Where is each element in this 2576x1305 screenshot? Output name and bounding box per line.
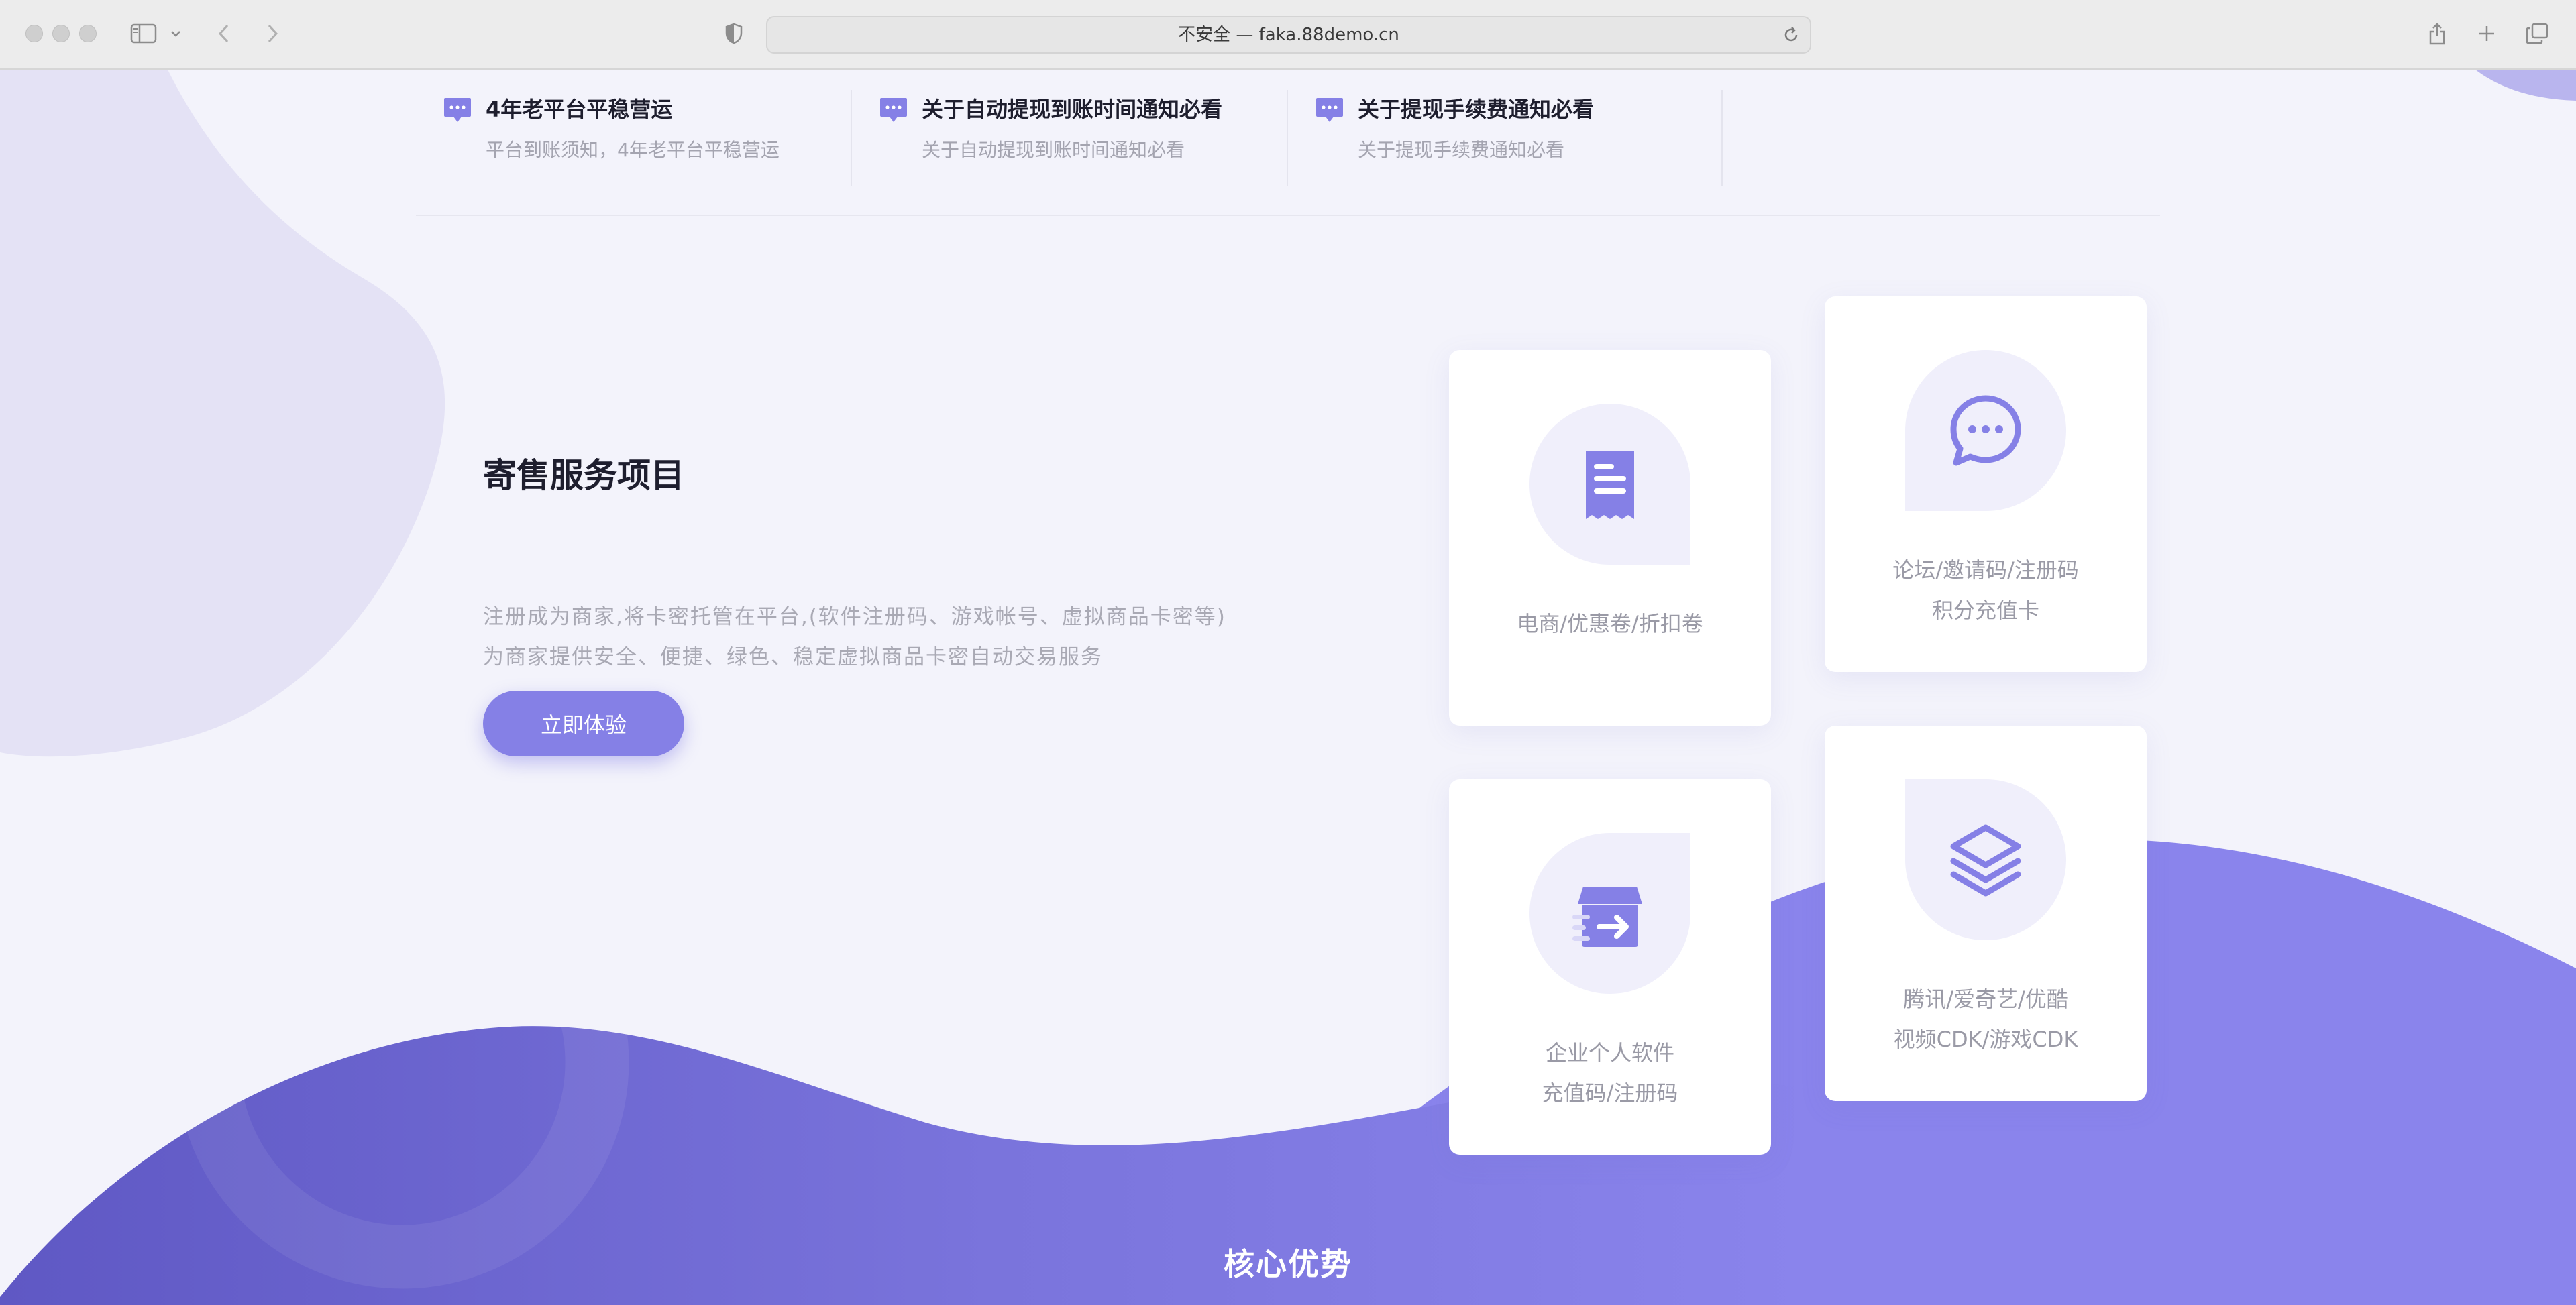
- notice-subtitle: 关于自动提现到账时间通知必看: [922, 139, 1185, 161]
- chevron-down-icon[interactable]: [169, 20, 182, 47]
- core-advantages-title: 核心优势: [1224, 1246, 1352, 1282]
- section-description-line: 为商家提供安全、便捷、绿色、稳定虚拟商品卡密自动交易服务: [483, 645, 1103, 669]
- card-icon-container: [1905, 350, 2066, 511]
- card-icon-container: [1529, 833, 1690, 994]
- chat-bubble-icon: [1950, 395, 2021, 466]
- card-label: 电商/优惠卷/折扣卷: [1517, 611, 1703, 636]
- minimize-window-button[interactable]: [52, 25, 70, 42]
- try-now-button[interactable]: 立即体验: [483, 691, 684, 756]
- privacy-shield-icon[interactable]: [722, 20, 746, 47]
- notice-title[interactable]: 4年老平台平稳营运: [486, 93, 672, 126]
- service-card[interactable]: 腾讯/爱奇艺/优酷 视频CDK/游戏CDK: [1825, 726, 2147, 1101]
- divider: [1287, 90, 1288, 186]
- message-icon: [880, 98, 907, 122]
- card-label: 充值码/注册码: [1542, 1080, 1678, 1106]
- message-icon: [1316, 98, 1343, 122]
- corner-blob: [2475, 70, 2576, 101]
- card-icon-container: [1905, 779, 2066, 940]
- notice-item[interactable]: 4年老平台平稳营运 平台到账须知，4年老平台平稳营运: [443, 93, 872, 193]
- box-arrow-icon: [1572, 887, 1642, 947]
- tab-overview-icon[interactable]: [2524, 20, 2551, 47]
- service-card[interactable]: 企业个人软件 充值码/注册码: [1449, 779, 1771, 1155]
- forward-arrow-icon[interactable]: [262, 20, 283, 47]
- notice-title[interactable]: 关于自动提现到账时间通知必看: [922, 93, 1222, 126]
- notice-item[interactable]: 关于自动提现到账时间通知必看 关于自动提现到账时间通知必看: [879, 93, 1308, 193]
- background-decoration: [0, 70, 2576, 1305]
- back-arrow-icon[interactable]: [213, 20, 235, 47]
- notice-item[interactable]: 关于提现手续费通知必看 关于提现手续费通知必看: [1315, 93, 1744, 193]
- message-icon: [444, 98, 471, 122]
- card-label: 积分充值卡: [1931, 598, 2039, 623]
- card-label: 腾讯/爱奇艺/优酷: [1903, 986, 2068, 1012]
- section-description-line: 注册成为商家,将卡密托管在平台,(软件注册码、游戏帐号、虚拟商品卡密等): [483, 605, 1226, 629]
- divider: [851, 90, 852, 186]
- card-label: 论坛/邀请码/注册码: [1892, 557, 2079, 583]
- card-label: 视频CDK/游戏CDK: [1893, 1027, 2078, 1052]
- address-bar[interactable]: 不安全 — faka.88demo.cn: [766, 16, 1811, 54]
- receipt-icon: [1586, 451, 1634, 519]
- service-card[interactable]: 电商/优惠卷/折扣卷: [1449, 350, 1771, 726]
- card-icon-container: [1529, 404, 1690, 565]
- url-text: 不安全 — faka.88demo.cn: [1178, 25, 1399, 45]
- notice-bottom-divider: [416, 215, 2160, 216]
- layers-icon: [1950, 824, 2021, 897]
- section-title: 寄售服务项目: [483, 456, 684, 495]
- background-blob: [0, 70, 445, 757]
- notice-subtitle: 关于提现手续费通知必看: [1358, 139, 1565, 161]
- browser-toolbar: 不安全 — faka.88demo.cn: [0, 0, 2576, 70]
- close-window-button[interactable]: [25, 25, 43, 42]
- notice-title[interactable]: 关于提现手续费通知必看: [1358, 93, 1594, 126]
- share-icon[interactable]: [2426, 20, 2449, 47]
- new-tab-plus-icon[interactable]: [2475, 20, 2498, 47]
- card-label: 企业个人软件: [1545, 1040, 1674, 1066]
- divider: [1721, 90, 1723, 186]
- zoom-window-button[interactable]: [79, 25, 97, 42]
- sidebar-toggle-icon[interactable]: [129, 20, 158, 47]
- notice-subtitle: 平台到账须知，4年老平台平稳营运: [486, 139, 780, 161]
- reload-icon[interactable]: [1782, 25, 1801, 47]
- page-content: 4年老平台平稳营运 平台到账须知，4年老平台平稳营运 关于自动提现到账时间通知必…: [0, 70, 2576, 1305]
- service-card[interactable]: 论坛/邀请码/注册码 积分充值卡: [1825, 296, 2147, 672]
